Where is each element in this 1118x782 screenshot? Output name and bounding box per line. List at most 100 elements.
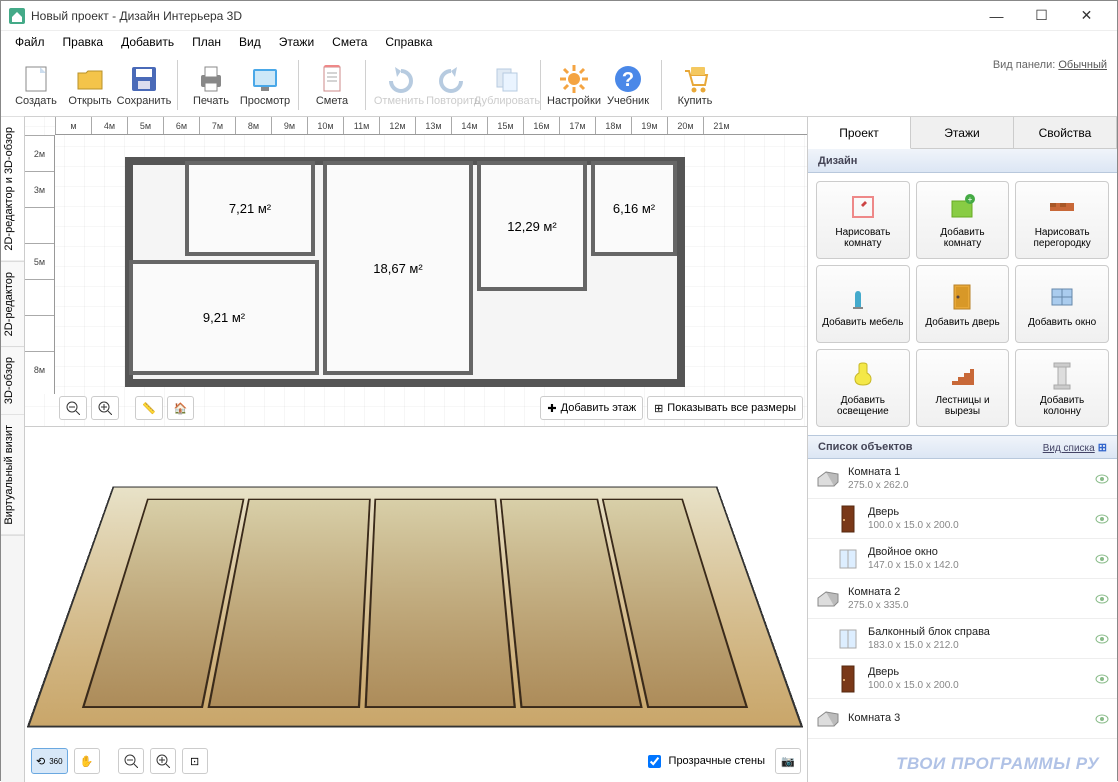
right-panel-tabs: ПроектЭтажиСвойства (808, 117, 1117, 149)
list-settings-icon[interactable]: ⊞ (1098, 442, 1107, 454)
room-icon (816, 704, 840, 734)
design-icon (1046, 281, 1078, 313)
panel-mode-link[interactable]: Обычный (1058, 59, 1107, 71)
visibility-icon[interactable] (1095, 552, 1109, 566)
buy-icon (679, 63, 711, 95)
duplicate-icon (491, 63, 523, 95)
estimate-button[interactable]: Смета (305, 55, 359, 115)
buy-button[interactable]: Купить (668, 55, 722, 115)
print-button[interactable]: Печать (184, 55, 238, 115)
design-btn-2[interactable]: Нарисовать перегородку (1015, 181, 1109, 259)
object-item[interactable]: Комната 2275.0 x 335.0 (808, 579, 1117, 619)
view-tab-2[interactable]: 3D-обзор (1, 347, 24, 415)
design-btn-7[interactable]: Лестницы и вырезы (916, 349, 1010, 427)
rp-tab-Свойства[interactable]: Свойства (1014, 117, 1117, 148)
create-button[interactable]: Создать (9, 55, 63, 115)
list-view-mode-link[interactable]: Вид списка (1043, 443, 1095, 454)
settings-button[interactable]: Настройки (547, 55, 601, 115)
visibility-icon[interactable] (1095, 712, 1109, 726)
menu-Добавить[interactable]: Добавить (113, 33, 182, 51)
design-icon (946, 359, 978, 391)
measure-button[interactable]: 📏 (135, 396, 163, 420)
object-item[interactable]: Дверь100.0 x 15.0 x 200.0 (808, 659, 1117, 699)
menu-Файл[interactable]: Файл (7, 33, 53, 51)
add-floor-button[interactable]: ✚Добавить этаж (540, 396, 643, 420)
right-panel: ПроектЭтажиСвойства Дизайн Нарисовать ко… (807, 117, 1117, 782)
window-title: Новый проект - Дизайн Интерьера 3D (31, 9, 974, 23)
plan-2d-viewport[interactable]: м4м5м6м7м8м9м10м11м12м13м14м15м16м17м18м… (25, 117, 807, 427)
estimate-icon (316, 63, 348, 95)
menubar: ФайлПравкаДобавитьПланВидЭтажиСметаСправ… (1, 31, 1117, 53)
visibility-icon[interactable] (1095, 512, 1109, 526)
object-item[interactable]: Балконный блок справа183.0 x 15.0 x 212.… (808, 619, 1117, 659)
design-btn-8[interactable]: Добавить колонну (1015, 349, 1109, 427)
object-item[interactable]: Комната 1275.0 x 262.0 (808, 459, 1117, 499)
object-item[interactable]: Дверь100.0 x 15.0 x 200.0 (808, 499, 1117, 539)
svg-text:?: ? (622, 69, 634, 91)
preview-button[interactable]: Просмотр (238, 55, 292, 115)
minimize-button[interactable]: — (974, 1, 1019, 31)
object-item[interactable]: Комната 3 (808, 699, 1117, 739)
view-3d-viewport[interactable]: ⟲360 ✋ ⊡ Прозрачные стены 📷 (25, 427, 807, 782)
transparent-walls-checkbox[interactable]: Прозрачные стены (644, 748, 769, 774)
zoom-in-button[interactable] (91, 396, 119, 420)
room[interactable]: 7,21 м² (185, 161, 315, 256)
design-btn-1[interactable]: +Добавить комнату (916, 181, 1010, 259)
object-list[interactable]: Комната 1275.0 x 262.0Дверь100.0 x 15.0 … (808, 459, 1117, 782)
close-button[interactable]: ✕ (1064, 1, 1109, 31)
rp-tab-Этажи[interactable]: Этажи (911, 117, 1014, 148)
undo-button: Отменить (372, 55, 426, 115)
design-btn-5[interactable]: Добавить окно (1015, 265, 1109, 343)
undo-icon (383, 63, 415, 95)
view-tab-1[interactable]: 2D-редактор (1, 262, 24, 347)
view-tab-3[interactable]: Виртуальный визит (1, 415, 24, 536)
window-icon (836, 544, 860, 574)
maximize-button[interactable]: ☐ (1019, 1, 1064, 31)
redo-icon (437, 63, 469, 95)
design-btn-4[interactable]: Добавить дверь (916, 265, 1010, 343)
zoom-in-3d-button[interactable] (150, 748, 176, 774)
zoom-out-3d-button[interactable] (118, 748, 144, 774)
view3d-toolbar: ⟲360 ✋ ⊡ Прозрачные стены 📷 (31, 746, 801, 776)
design-btn-0[interactable]: Нарисовать комнату (816, 181, 910, 259)
object-item[interactable]: Двойное окно147.0 x 15.0 x 142.0 (808, 539, 1117, 579)
open-button[interactable]: Открыть (63, 55, 117, 115)
duplicate-button: Дублировать (480, 55, 534, 115)
design-section-header: Дизайн (808, 149, 1117, 173)
menu-Правка[interactable]: Правка (55, 33, 112, 51)
window-icon (836, 624, 860, 654)
screenshot-button[interactable]: 📷 (775, 748, 801, 774)
design-btn-3[interactable]: Добавить мебель (816, 265, 910, 343)
home-button[interactable]: 🏠 (167, 396, 195, 420)
zoom-fit-3d-button[interactable]: ⊡ (182, 748, 208, 774)
room-icon (816, 464, 840, 494)
floorplan[interactable]: 7,21 м²9,21 м²18,67 м²12,29 м²6,16 м² (125, 157, 685, 387)
menu-Справка[interactable]: Справка (377, 33, 440, 51)
menu-Вид[interactable]: Вид (231, 33, 269, 51)
visibility-icon[interactable] (1095, 632, 1109, 646)
pan-button[interactable]: ✋ (74, 748, 100, 774)
visibility-icon[interactable] (1095, 672, 1109, 686)
view-tab-0[interactable]: 2D-редактор и 3D-обзор (1, 117, 24, 262)
design-icon (847, 359, 879, 391)
rotate-360-button[interactable]: ⟲360 (31, 748, 68, 774)
visibility-icon[interactable] (1095, 592, 1109, 606)
door-icon (836, 504, 860, 534)
visibility-icon[interactable] (1095, 472, 1109, 486)
room[interactable]: 9,21 м² (129, 260, 319, 375)
design-icon (1046, 191, 1078, 223)
ruler-horizontal: м4м5м6м7м8м9м10м11м12м13м14м15м16м17м18м… (55, 117, 807, 135)
zoom-out-button[interactable] (59, 396, 87, 420)
rp-tab-Проект[interactable]: Проект (808, 117, 911, 149)
room[interactable]: 18,67 м² (323, 161, 473, 375)
menu-План[interactable]: План (184, 33, 229, 51)
design-btn-6[interactable]: Добавить освещение (816, 349, 910, 427)
menu-Смета[interactable]: Смета (324, 33, 375, 51)
tutorial-button[interactable]: ?Учебник (601, 55, 655, 115)
room[interactable]: 12,29 м² (477, 161, 587, 291)
design-icon (847, 191, 879, 223)
save-button[interactable]: Сохранить (117, 55, 171, 115)
room[interactable]: 6,16 м² (591, 161, 677, 256)
menu-Этажи[interactable]: Этажи (271, 33, 322, 51)
show-dimensions-button[interactable]: ⊞Показывать все размеры (647, 396, 803, 420)
